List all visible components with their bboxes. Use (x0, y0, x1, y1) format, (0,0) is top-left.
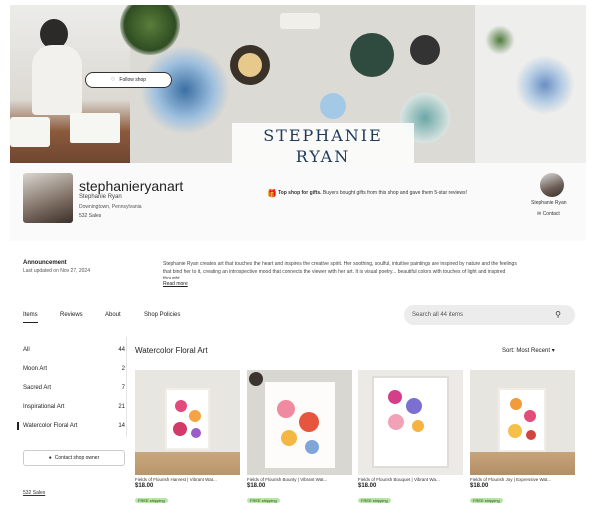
free-shipping-badge: FREE shipping (247, 498, 280, 503)
category-label: Watercolor Floral Art (23, 423, 78, 429)
product-image[interactable] (247, 370, 352, 475)
free-shipping-badge: FREE shipping (470, 498, 503, 503)
product-price: $18.00 (247, 483, 266, 489)
category-count: 44 (118, 347, 125, 353)
owner-name[interactable]: Stephanie Ryan (531, 200, 567, 206)
gift-badge-title: Top shop for gifts. (278, 190, 322, 196)
announcement-text: Stephanie Ryan creates art that touches … (163, 261, 517, 279)
banner-photo-painting (475, 5, 586, 163)
follow-label: Follow shop (119, 77, 147, 83)
category-count: 14 (118, 423, 125, 429)
category-count: 7 (121, 385, 125, 391)
sort-dropdown[interactable]: Sort: Most Recent ▾ (502, 347, 555, 354)
contact-shop-owner-button[interactable]: ● Contact shop owner (23, 450, 125, 466)
announcement-date: Last updated on Nov 27, 2024 (23, 268, 90, 274)
sales-link[interactable]: 532 Sales (23, 490, 45, 496)
shop-name: stephanieryanart (79, 178, 184, 194)
section-title: Watercolor Floral Art (135, 346, 208, 355)
category-label: Inspirational Art (23, 404, 65, 410)
category-label: Sacred Art (23, 385, 52, 391)
category-count: 21 (118, 404, 125, 410)
category-all[interactable]: All 44 (23, 347, 125, 353)
gift-badge: 🎁 Top shop for gifts. Buyers bought gift… (267, 190, 508, 198)
free-shipping-badge: FREE shipping (358, 498, 391, 503)
follow-shop-button[interactable]: ♡ Follow shop (85, 72, 172, 88)
shop-owner-name[interactable]: Stephanie Ryan (79, 194, 122, 200)
gift-icon: 🎁 (267, 189, 277, 198)
product-card[interactable]: Fields of Flourish Harvest | Vibrant Wat… (135, 370, 240, 507)
banner-title-line2: RYAN (295, 147, 351, 163)
product-image[interactable] (358, 370, 463, 475)
product-name[interactable]: Fields of Flourish Bounty | Vibrant Wat.… (247, 477, 352, 482)
category-sacred-art[interactable]: Sacred Art 7 (23, 385, 125, 391)
product-name[interactable]: Fields of Flourish Bouquet | Vibrant Wa.… (358, 477, 463, 482)
gift-badge-text: Buyers bought gifts from this shop and g… (321, 190, 467, 196)
contact-button[interactable]: ✉ Contact (537, 211, 560, 217)
announcement-title: Announcement (23, 260, 67, 266)
read-more-link[interactable]: Read more (163, 281, 188, 287)
product-card[interactable]: Fields of Flourish Bounty | Vibrant Wat.… (247, 370, 352, 507)
shop-location: Downingtown, Pennsylvania (79, 204, 142, 210)
tab-reviews[interactable]: Reviews (60, 312, 83, 318)
sidebar-divider (126, 337, 127, 437)
chevron-down-icon: ▾ (551, 348, 555, 354)
tab-items[interactable]: Items (23, 312, 38, 323)
category-watercolor-floral-art[interactable]: Watercolor Floral Art 14 (17, 422, 125, 430)
mail-icon: ✉ (537, 211, 542, 217)
product-price: $18.00 (358, 483, 377, 489)
product-image[interactable] (470, 370, 575, 475)
owner-avatar[interactable] (540, 173, 564, 197)
category-count: 2 (121, 366, 125, 372)
shop-sales-count: 532 Sales (79, 213, 102, 219)
tab-about[interactable]: About (105, 312, 121, 318)
product-card[interactable]: Fields of Flourish Bouquet | Vibrant Wa.… (358, 370, 463, 507)
contact-label: Contact (542, 211, 560, 217)
tab-shop-policies[interactable]: Shop Policies (144, 312, 180, 318)
category-label: Moon Art (23, 366, 48, 372)
search-icon[interactable]: ⚲ (555, 310, 561, 319)
category-moon-art[interactable]: Moon Art 2 (23, 366, 125, 372)
shop-header: stephanieryanart Stephanie Ryan Downingt… (10, 163, 586, 241)
shop-avatar[interactable] (23, 173, 73, 223)
product-price: $18.00 (135, 483, 154, 489)
search-placeholder: Search all 44 items (412, 312, 464, 318)
product-name[interactable]: Fields of Flourish Joy | Expressive Wat.… (470, 477, 575, 482)
product-name[interactable]: Fields of Flourish Harvest | Vibrant Wat… (135, 477, 240, 482)
heart-icon: ♡ (110, 77, 116, 83)
contact-owner-label: Contact shop owner (54, 455, 100, 461)
sort-label: Sort: Most Recent (502, 348, 551, 354)
free-shipping-badge: FREE shipping (135, 498, 168, 503)
product-price: $18.00 (470, 483, 489, 489)
product-image[interactable] (135, 370, 240, 475)
banner-title-line1: STEPHANIE (263, 126, 383, 145)
product-card[interactable]: Fields of Flourish Joy | Expressive Wat.… (470, 370, 575, 507)
category-inspirational-art[interactable]: Inspirational Art 21 (23, 404, 125, 410)
category-label: All (23, 347, 30, 353)
search-input[interactable]: Search all 44 items ⚲ (404, 305, 575, 325)
chat-icon: ● (48, 455, 52, 461)
banner-title: STEPHANIE RYAN (232, 123, 414, 163)
